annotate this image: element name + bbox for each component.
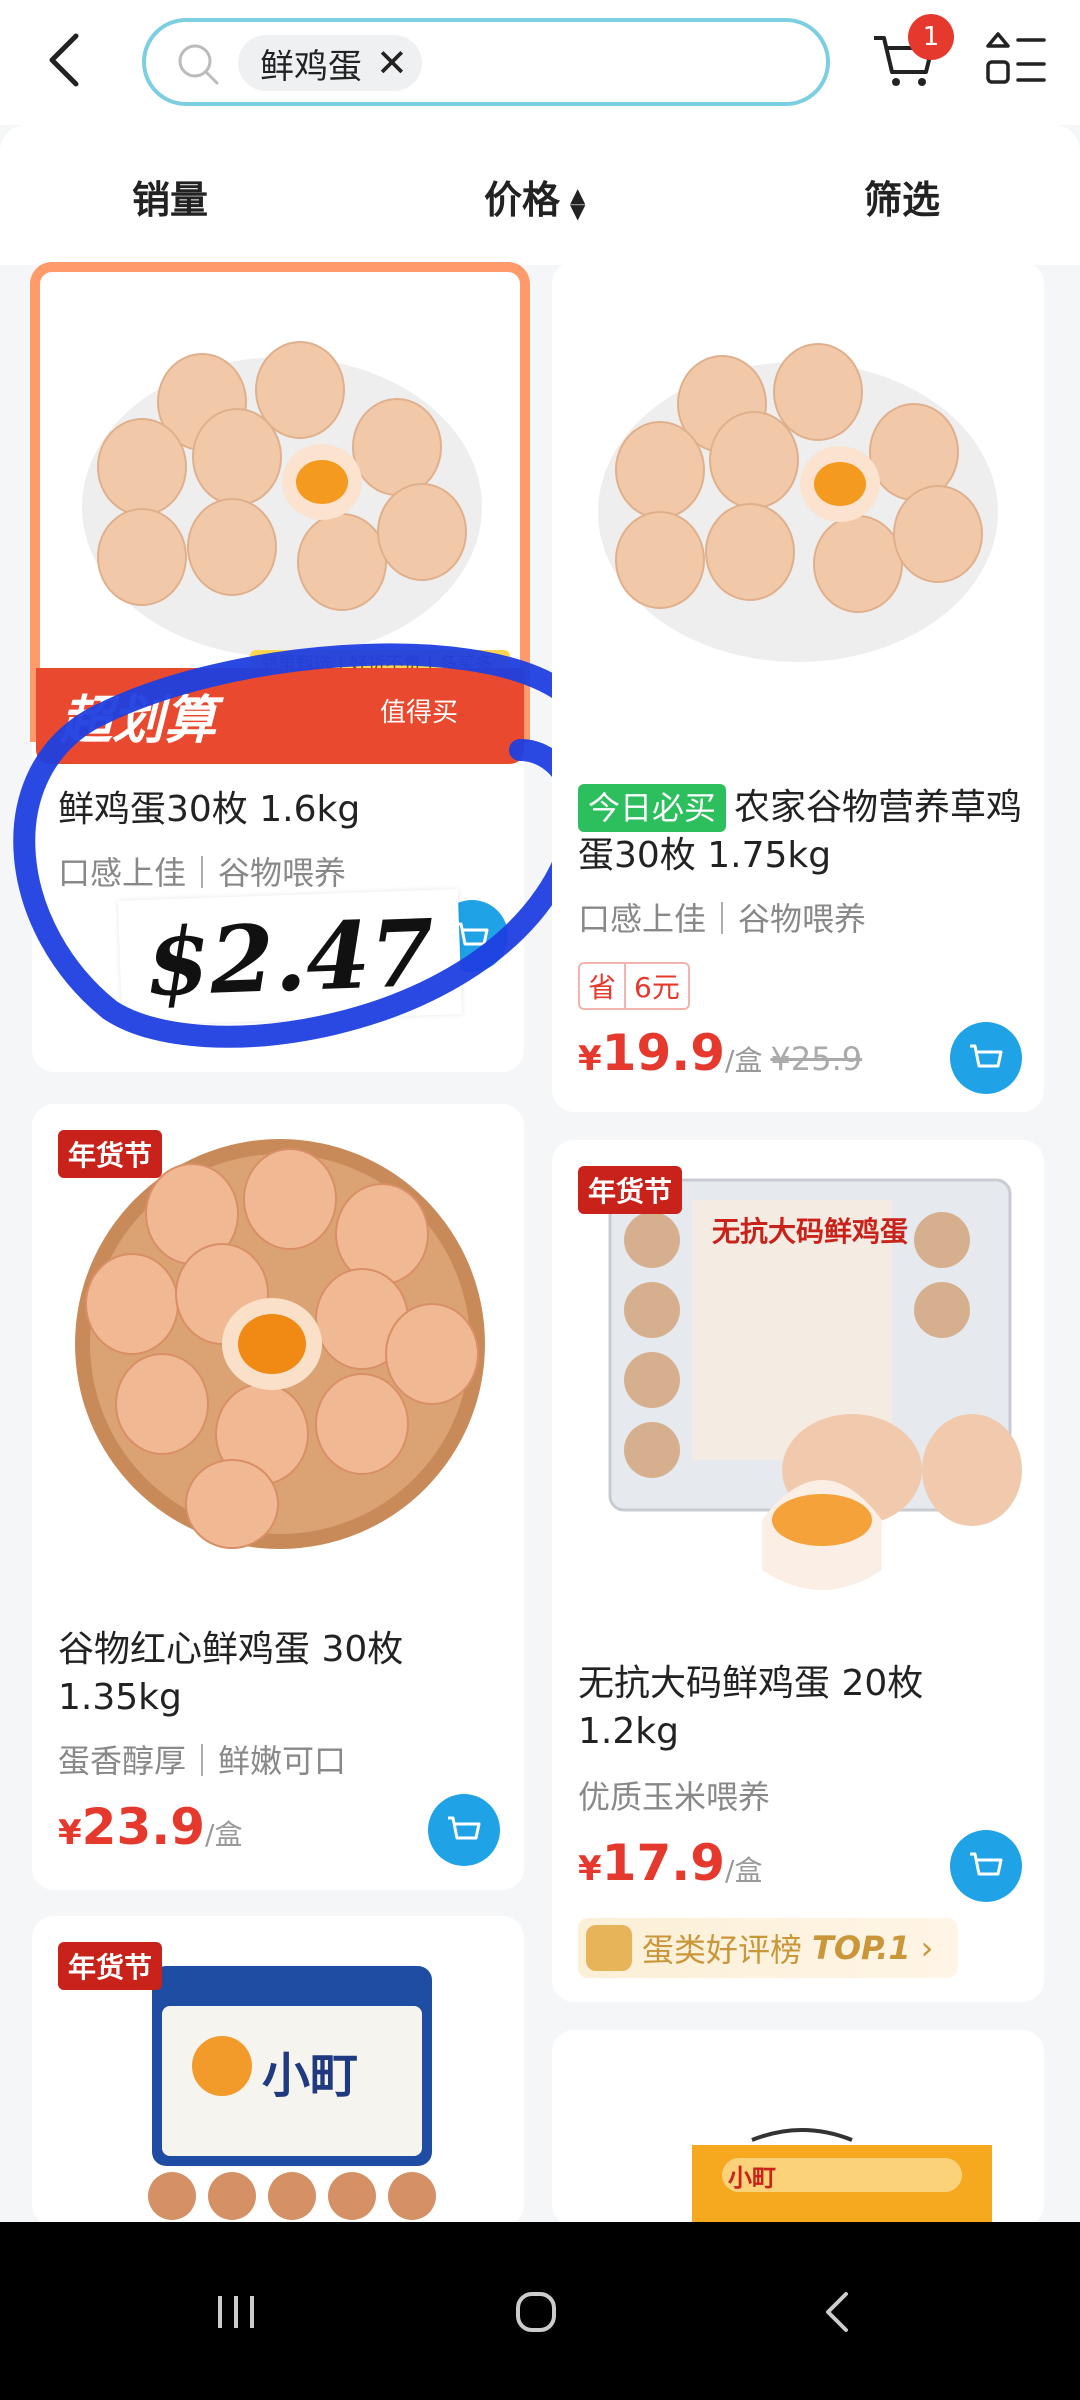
product-title: 今日必买 农家谷物营养草鸡蛋30枚 1.75kg bbox=[578, 784, 1028, 880]
sort-sales-tab[interactable]: 销量 bbox=[132, 169, 208, 224]
filter-bar: 销量 价格 ▲ ▼ 筛选 bbox=[0, 125, 1080, 265]
recent-apps-icon[interactable] bbox=[206, 2282, 266, 2342]
product-card[interactable]: 小町 bbox=[552, 2030, 1044, 2226]
add-to-cart-button[interactable] bbox=[428, 1794, 500, 1866]
price-currency: ¥ bbox=[578, 1039, 602, 1079]
ranking-badge[interactable]: 蛋类好评榜 TOP.1 › bbox=[578, 1918, 958, 1978]
product-subtitle: 蛋香醇厚｜鲜嫩可口 bbox=[58, 1742, 347, 1780]
price-currency: ¥ bbox=[578, 1849, 602, 1889]
cart-badge: 1 bbox=[908, 14, 954, 60]
price-value: 23.9 bbox=[81, 1798, 206, 1856]
product-title: 无抗大码鲜鸡蛋 20枚 1.2kg bbox=[578, 1663, 924, 1752]
cart-icon bbox=[448, 1816, 481, 1840]
product-subtitle: 口感上佳｜谷物喂养 bbox=[58, 854, 347, 892]
page: 鲜鸡蛋 ✕ 1 销量 价格 ▲ ▼ 筛选 邻里甄选 | 好货不贵 | 多买多 超… bbox=[0, 0, 1080, 2400]
original-price: ¥25.9 bbox=[770, 1040, 863, 1078]
package-title: 小町 bbox=[728, 2164, 776, 2192]
sort-arrows-icon: ▲ ▼ bbox=[570, 182, 586, 223]
filter-tab[interactable]: 筛选 bbox=[864, 169, 940, 224]
search-box[interactable]: 鲜鸡蛋 ✕ bbox=[142, 18, 830, 106]
discount-amount: 6元 bbox=[624, 964, 688, 1008]
category-menu-icon[interactable] bbox=[984, 28, 1048, 92]
system-navigation-bar bbox=[0, 2222, 1080, 2400]
price-unit: /盒 bbox=[725, 1854, 763, 1887]
top-bar: 鲜鸡蛋 ✕ 1 bbox=[0, 0, 1080, 125]
clear-chip-icon[interactable]: ✕ bbox=[376, 44, 408, 82]
product-title: 谷物红心鲜鸡蛋 30枚 1.35kg bbox=[58, 1629, 404, 1718]
package-title: 小町 bbox=[262, 2048, 359, 2104]
ranking-value: TOP.1 bbox=[812, 1929, 911, 1967]
product-image bbox=[552, 262, 1044, 762]
price-unit: /盒 bbox=[725, 1044, 763, 1077]
add-to-cart-button[interactable] bbox=[950, 1830, 1022, 1902]
cart-icon bbox=[970, 1044, 1003, 1068]
price-value: 19.9 bbox=[601, 1024, 726, 1082]
home-icon[interactable] bbox=[506, 2282, 566, 2342]
cart-icon bbox=[970, 1852, 1003, 1876]
price-currency: ¥ bbox=[58, 1813, 82, 1853]
add-to-cart-button[interactable] bbox=[950, 1022, 1022, 1094]
search-query-chip[interactable]: 鲜鸡蛋 ✕ bbox=[238, 35, 422, 91]
promo-banner-right-text: 值得买 bbox=[380, 698, 459, 728]
product-image bbox=[552, 2030, 1044, 2226]
promo-tag: 年货节 bbox=[58, 1942, 163, 1990]
promo-banner-text: 超划算 bbox=[60, 691, 217, 751]
sort-price-tab[interactable]: 价格 ▲ ▼ bbox=[484, 169, 585, 224]
product-subtitle: 口感上佳｜谷物喂养 bbox=[578, 900, 867, 938]
product-price: ¥19.9/盒 ¥25.9 bbox=[578, 1024, 862, 1082]
product-price: ¥17.9/盒 bbox=[578, 1834, 762, 1892]
back-icon[interactable] bbox=[808, 2282, 868, 2342]
price-sticker: $2.47 bbox=[117, 889, 463, 1026]
package-title: 无抗大码鲜鸡蛋 bbox=[712, 1215, 909, 1248]
product-subtitle: 优质玉米喂养 bbox=[578, 1778, 771, 1816]
ranking-label: 蛋类好评榜 bbox=[642, 1931, 803, 1969]
sort-price-label: 价格 bbox=[484, 178, 561, 222]
product-title: 鲜鸡蛋30枚 1.6kg bbox=[58, 789, 361, 830]
back-arrow-icon[interactable] bbox=[40, 30, 90, 90]
price-sticker-text: $2.47 bbox=[144, 898, 436, 1017]
chevron-right-icon: › bbox=[920, 1929, 934, 1967]
product-card[interactable]: 今日必买 农家谷物营养草鸡蛋30枚 1.75kg 口感上佳｜谷物喂养 省 6元 ¥… bbox=[552, 262, 1044, 1112]
today-must-buy-badge: 今日必买 bbox=[578, 784, 727, 832]
product-card[interactable]: 小町 年货节 bbox=[32, 1916, 524, 2226]
price-value: 17.9 bbox=[601, 1834, 726, 1892]
promo-tag: 年货节 bbox=[578, 1166, 683, 1214]
price-unit: /盒 bbox=[205, 1818, 243, 1851]
product-price: ¥23.9/盒 bbox=[58, 1798, 242, 1856]
product-card[interactable]: 无抗大码鲜鸡蛋 年货节 无抗大码鲜鸡蛋 20枚 1.2kg 优质玉米喂养 ¥17… bbox=[552, 1140, 1044, 2002]
medal-icon bbox=[586, 1925, 632, 1971]
product-card[interactable]: 年货节 谷物红心鲜鸡蛋 30枚 1.35kg 蛋香醇厚｜鲜嫩可口 ¥23.9/盒 bbox=[32, 1104, 524, 1890]
promo-tag: 年货节 bbox=[58, 1130, 163, 1178]
discount-tag: 省 6元 bbox=[578, 962, 690, 1010]
search-icon bbox=[178, 44, 219, 85]
search-query-text: 鲜鸡蛋 bbox=[260, 46, 362, 87]
discount-label: 省 bbox=[588, 971, 617, 1004]
